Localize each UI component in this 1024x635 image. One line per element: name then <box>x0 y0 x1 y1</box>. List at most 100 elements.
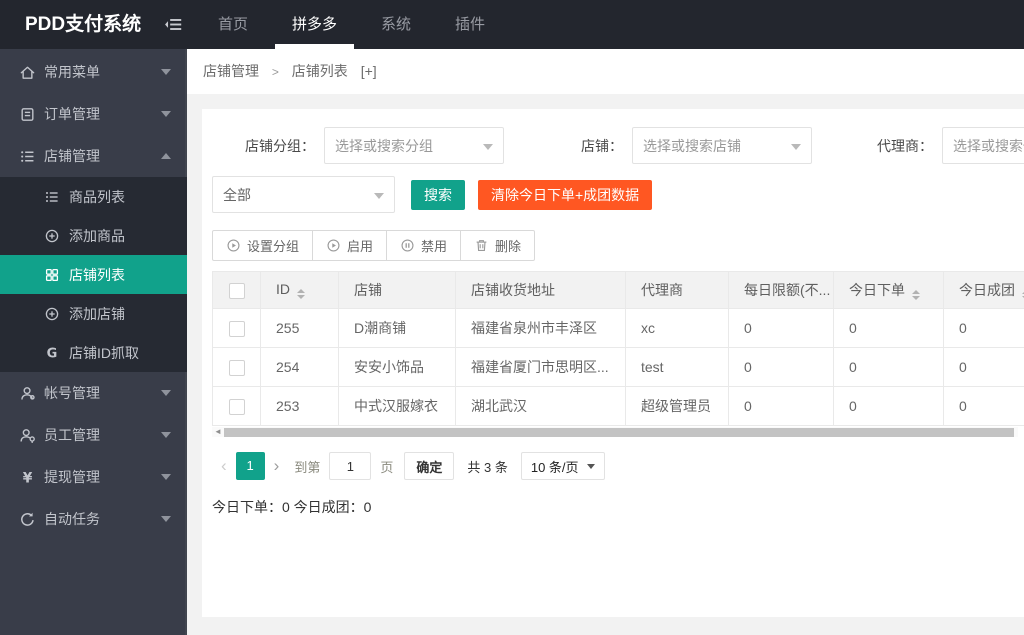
filter-row-actions: 全部 搜索 清除今日下单+成团数据 <box>212 176 1024 213</box>
goto-page-label: 到第 <box>294 459 321 475</box>
nav-item-system[interactable]: 系统 <box>359 0 433 49</box>
prev-page-button[interactable]: ‹ <box>212 456 236 476</box>
sort-icon[interactable] <box>912 290 920 300</box>
cell-today-groups: 0 <box>943 347 1024 387</box>
sidebar-item-common-menu[interactable]: 常用菜单 <box>0 51 187 93</box>
row-checkbox[interactable] <box>228 398 245 415</box>
sort-icon[interactable] <box>297 289 305 299</box>
shop-group-label: 店铺分组： <box>245 137 315 154</box>
table-row: 255 D潮商铺 福建省泉州市丰泽区 xc 0 0 0 <box>212 308 1024 348</box>
column-header-id[interactable]: ID <box>260 271 339 309</box>
list-icon <box>19 148 36 165</box>
sidebar-item-order-management[interactable]: 订单管理 <box>0 93 187 135</box>
nav-item-home[interactable]: 首页 <box>196 0 270 49</box>
next-page-button[interactable]: › <box>265 456 289 476</box>
filter-agent: 代理商： 选择或搜索代理 <box>812 127 1024 164</box>
horizontal-scrollbar[interactable]: ◄ <box>212 427 1018 437</box>
auto-task-icon <box>19 511 36 528</box>
select-all-cell <box>212 271 261 309</box>
delete-button[interactable]: 删除 <box>460 230 536 261</box>
home-icon <box>19 64 36 81</box>
sidebar-item-add-shop[interactable]: 添加店铺 <box>0 294 187 333</box>
select-all-checkbox[interactable] <box>228 282 245 299</box>
app-window: PDD支付系统 首页 拼多多 系统 插件 常用菜单 订单管理 店铺管理 商品列表… <box>0 0 1024 635</box>
today-summary: 今日下单：0 今日成团：0 <box>212 499 372 515</box>
chevron-down-icon <box>586 463 595 469</box>
sidebar-collapse-icon[interactable] <box>150 0 196 49</box>
shop-table-container: ID 店铺 店铺收货地址 代理商 每日限额(不... 今日下单 今日成团 255… <box>212 271 1024 426</box>
table-row: 254 安安小饰品 福建省厦门市思明区... test 0 0 0 <box>212 347 1024 387</box>
shop-label: 店铺： <box>581 137 623 154</box>
capture-icon <box>44 345 60 361</box>
chevron-down-icon <box>483 144 493 150</box>
cell-today-orders: 0 <box>833 308 944 348</box>
play-circle-icon <box>226 238 241 253</box>
column-header-daily-limit: 每日限额(不... <box>728 271 834 309</box>
total-count-label: 共 3 条 <box>467 459 508 475</box>
list-icon <box>44 189 60 205</box>
nav-item-plugin[interactable]: 插件 <box>433 0 507 49</box>
sidebar: 常用菜单 订单管理 店铺管理 商品列表 添加商品 店铺列表 添加店铺 店铺ID抓… <box>0 49 187 635</box>
chevron-down-icon <box>161 111 171 117</box>
status-select[interactable]: 全部 <box>212 176 395 213</box>
set-group-button[interactable]: 设置分组 <box>212 230 314 261</box>
shop-management-submenu: 商品列表 添加商品 店铺列表 添加店铺 店铺ID抓取 <box>0 177 187 372</box>
cell-today-orders: 0 <box>833 347 944 387</box>
confirm-page-button[interactable]: 确定 <box>404 452 455 480</box>
column-header-agent: 代理商 <box>625 271 729 309</box>
per-page-select[interactable]: 10 条/页 <box>520 452 605 480</box>
disable-button[interactable]: 禁用 <box>386 230 462 261</box>
row-checkbox[interactable] <box>228 320 245 337</box>
sidebar-item-shop-list[interactable]: 店铺列表 <box>0 255 187 294</box>
column-header-today-orders[interactable]: 今日下单 <box>833 271 944 309</box>
sidebar-item-account-management[interactable]: 帐号管理 <box>0 372 187 414</box>
scrollbar-thumb[interactable] <box>224 427 1014 437</box>
search-button[interactable]: 搜索 <box>411 179 465 210</box>
cell-agent: xc <box>625 308 729 348</box>
shop-select[interactable]: 选择或搜索店铺 <box>632 127 812 164</box>
sidebar-item-product-list[interactable]: 商品列表 <box>0 177 187 216</box>
cell-today-orders: 0 <box>833 386 944 426</box>
cell-today-groups: 0 <box>943 386 1024 426</box>
sidebar-item-auto-task[interactable]: 自动任务 <box>0 498 187 540</box>
sidebar-item-withdraw-management[interactable]: 提现管理 <box>0 456 187 498</box>
breadcrumb: 店铺管理 > 店铺列表 [+] <box>187 49 1024 94</box>
chevron-down-icon <box>161 516 171 522</box>
table-header-row: ID 店铺 店铺收货地址 代理商 每日限额(不... 今日下单 今日成团 <box>212 271 1024 309</box>
current-page-button[interactable]: 1 <box>235 452 265 480</box>
plus-circle-icon <box>44 228 60 244</box>
nav-item-pinduoduo[interactable]: 拼多多 <box>270 0 359 49</box>
chevron-down-icon <box>161 474 171 480</box>
sidebar-item-add-product[interactable]: 添加商品 <box>0 216 187 255</box>
chevron-down-icon <box>161 390 171 396</box>
column-header-shop: 店铺 <box>338 271 456 309</box>
cell-id: 255 <box>260 308 339 348</box>
table-row: 253 中式汉服嫁衣 湖北武汉 超级管理员 0 0 0 <box>212 386 1024 426</box>
enable-button[interactable]: 启用 <box>312 230 388 261</box>
user-icon <box>19 385 36 402</box>
order-icon <box>19 106 36 123</box>
cell-shop: 安安小饰品 <box>338 347 456 387</box>
cell-daily-limit: 0 <box>728 386 834 426</box>
agent-select[interactable]: 选择或搜索代理 <box>942 127 1024 164</box>
sidebar-item-shop-management[interactable]: 店铺管理 <box>0 135 187 177</box>
row-checkbox[interactable] <box>228 359 245 376</box>
cell-today-groups: 0 <box>943 308 1024 348</box>
sidebar-item-staff-management[interactable]: 员工管理 <box>0 414 187 456</box>
agent-label: 代理商： <box>877 137 933 154</box>
grid-icon <box>44 267 60 283</box>
breadcrumb-shop-management[interactable]: 店铺管理 <box>203 63 259 79</box>
cell-address: 湖北武汉 <box>455 386 626 426</box>
clear-today-data-button[interactable]: 清除今日下单+成团数据 <box>478 179 653 210</box>
top-nav-menu: 首页 拼多多 系统 插件 <box>196 0 507 49</box>
goto-page-input[interactable] <box>329 452 372 480</box>
scroll-left-arrow-icon[interactable]: ◄ <box>212 427 224 437</box>
shop-group-select[interactable]: 选择或搜索分组 <box>324 127 504 164</box>
column-header-today-groups[interactable]: 今日成团 <box>943 271 1024 309</box>
column-header-address: 店铺收货地址 <box>455 271 626 309</box>
breadcrumb-add-tab: [+] <box>360 63 377 79</box>
users-icon <box>19 427 36 444</box>
table-toolbar: 设置分组 启用 禁用 删除 <box>212 230 536 261</box>
sidebar-item-shop-id-capture[interactable]: 店铺ID抓取 <box>0 333 187 372</box>
breadcrumb-shop-list[interactable]: 店铺列表 <box>292 63 348 79</box>
